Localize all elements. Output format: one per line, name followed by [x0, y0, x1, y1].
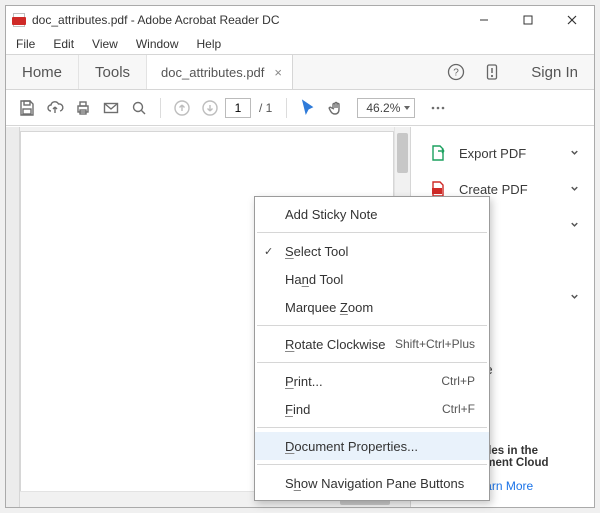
menu-help[interactable]: Help: [193, 35, 226, 53]
tab-tools[interactable]: Tools: [79, 55, 147, 89]
help-icon[interactable]: ?: [447, 63, 465, 81]
zoom-dropdown[interactable]: 46.2%: [357, 98, 415, 118]
zoom-value: 46.2%: [366, 101, 400, 115]
close-button[interactable]: [550, 6, 594, 34]
search-icon[interactable]: [126, 95, 152, 121]
menubar: File Edit View Window Help: [6, 34, 594, 54]
ctx-separator: [257, 325, 487, 326]
ctx-separator: [257, 464, 487, 465]
cloud-upload-icon[interactable]: [42, 95, 68, 121]
chevron-down-icon: [569, 290, 580, 305]
app-window: doc_attributes.pdf - Adobe Acrobat Reade…: [5, 5, 595, 508]
menu-edit[interactable]: Edit: [49, 35, 78, 53]
maximize-button[interactable]: [506, 6, 550, 34]
window-title: doc_attributes.pdf - Adobe Acrobat Reade…: [32, 13, 279, 27]
select-tool-icon[interactable]: [295, 95, 321, 121]
ctx-show-navigation-pane[interactable]: Show Navigation Pane Buttons: [255, 469, 489, 497]
page-number-input[interactable]: [225, 98, 251, 118]
chevron-down-icon: [569, 146, 580, 161]
export-pdf-icon: [429, 144, 447, 162]
chevron-down-icon: [569, 218, 580, 233]
more-icon[interactable]: [425, 95, 451, 121]
context-menu: Add Sticky Note ✓ Select Tool Hand Tool …: [254, 196, 490, 501]
page-total-label: / 1: [253, 101, 278, 115]
chevron-down-icon: [569, 182, 580, 197]
chevron-down-icon: [404, 106, 410, 110]
tab-document-label: doc_attributes.pdf: [161, 65, 264, 80]
ctx-add-sticky-note[interactable]: Add Sticky Note: [255, 200, 489, 228]
signin-button[interactable]: Sign In: [519, 64, 578, 81]
nav-strip[interactable]: [6, 127, 20, 507]
tool-label: Export PDF: [459, 146, 526, 161]
ctx-document-properties[interactable]: Document Properties...: [255, 432, 489, 460]
ctx-select-tool[interactable]: ✓ Select Tool: [255, 237, 489, 265]
menu-file[interactable]: File: [12, 35, 39, 53]
tool-export-pdf[interactable]: Export PDF: [411, 135, 594, 171]
ctx-hand-tool[interactable]: Hand Tool: [255, 265, 489, 293]
ctx-rotate-clockwise[interactable]: Rotate Clockwise Shift+Ctrl+Plus: [255, 330, 489, 358]
page-down-icon[interactable]: [197, 95, 223, 121]
titlebar: doc_attributes.pdf - Adobe Acrobat Reade…: [6, 6, 594, 34]
check-icon: ✓: [264, 245, 273, 258]
tool-label: Create PDF: [459, 182, 528, 197]
ctx-separator: [257, 232, 487, 233]
ctx-marquee-zoom[interactable]: Marquee Zoom: [255, 293, 489, 321]
tab-close-icon[interactable]: ×: [274, 65, 282, 80]
tab-home[interactable]: Home: [6, 55, 79, 89]
save-icon[interactable]: [14, 95, 40, 121]
ctx-find[interactable]: Find Ctrl+F: [255, 395, 489, 423]
tabrow: Home Tools doc_attributes.pdf × ? Sign I…: [6, 54, 594, 90]
email-icon[interactable]: [98, 95, 124, 121]
svg-text:?: ?: [454, 68, 460, 79]
page-up-icon[interactable]: [169, 95, 195, 121]
toolbar: / 1 46.2%: [6, 90, 594, 126]
menu-view[interactable]: View: [88, 35, 122, 53]
ctx-separator: [257, 427, 487, 428]
notification-icon[interactable]: [483, 63, 501, 81]
menu-window[interactable]: Window: [132, 35, 183, 53]
print-icon[interactable]: [70, 95, 96, 121]
hand-tool-icon[interactable]: [323, 95, 349, 121]
ctx-separator: [257, 362, 487, 363]
ctx-print[interactable]: Print... Ctrl+P: [255, 367, 489, 395]
tab-document[interactable]: doc_attributes.pdf ×: [147, 55, 293, 89]
minimize-button[interactable]: [462, 6, 506, 34]
app-icon: [12, 12, 26, 28]
